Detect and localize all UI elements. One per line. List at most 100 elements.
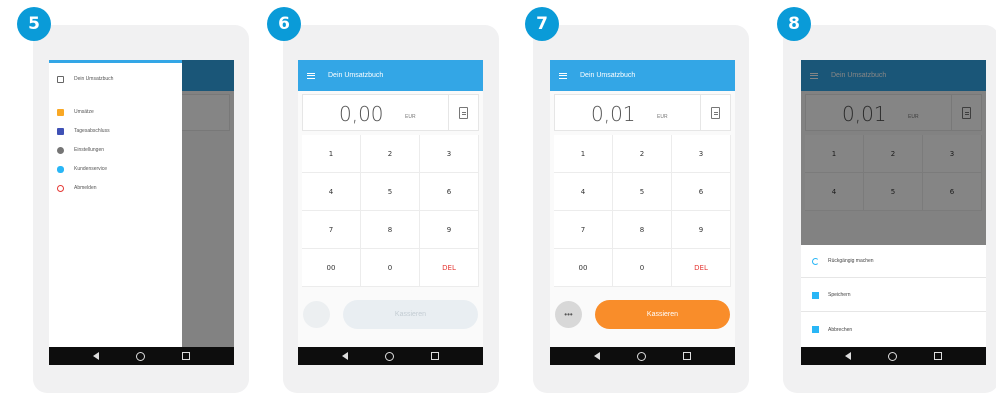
checkout-button[interactable]: Kassieren xyxy=(343,300,478,329)
currency-label: EUR xyxy=(405,114,416,120)
step-5-phone: Dein Umsatzbuch Umsätze Tagesabschluss E… xyxy=(49,60,234,365)
drawer-item-settings[interactable]: Einstellungen xyxy=(57,143,104,157)
drawer-item-support[interactable]: Kundenservice xyxy=(57,162,107,176)
android-navbar xyxy=(49,347,234,365)
numeric-keypad: 1 2 3 4 5 6 7 8 9 00 0 DEL xyxy=(302,135,479,287)
key-2[interactable]: 2 xyxy=(613,135,672,173)
recent-apps-icon[interactable] xyxy=(933,352,942,360)
key-delete[interactable]: DEL xyxy=(420,249,479,287)
more-options-button[interactable]: ••• xyxy=(555,301,582,328)
receipt-button[interactable] xyxy=(700,95,730,130)
key-5[interactable]: 5 xyxy=(361,173,420,211)
drawer-top-accent xyxy=(49,60,182,63)
menu-icon[interactable] xyxy=(559,72,567,79)
step-6-phone: Dein Umsatzbuch 0,00 EUR 1 2 3 4 5 6 7 8… xyxy=(298,60,483,365)
drawer-item-daily-closing[interactable]: Tagesabschluss xyxy=(57,124,110,138)
key-7[interactable]: 7 xyxy=(554,211,613,249)
key-8[interactable]: 8 xyxy=(613,211,672,249)
more-button[interactable] xyxy=(303,301,330,328)
drawer-item-label: Kundenservice xyxy=(74,166,108,172)
currency-label: EUR xyxy=(657,114,668,120)
android-navbar xyxy=(298,347,483,365)
step-5-badge: 5 xyxy=(17,7,51,41)
app-title: Dein Umsatzbuch xyxy=(328,72,384,79)
home-icon[interactable] xyxy=(636,351,646,361)
key-8[interactable]: 8 xyxy=(361,211,420,249)
key-4[interactable]: 4 xyxy=(302,173,361,211)
key-delete[interactable]: DEL xyxy=(672,249,731,287)
home-icon[interactable] xyxy=(887,351,897,361)
save-icon xyxy=(812,291,819,299)
key-3[interactable]: 3 xyxy=(672,135,731,173)
register-icon xyxy=(57,75,64,83)
checkout-button[interactable]: Kassieren xyxy=(595,300,730,329)
key-7[interactable]: 7 xyxy=(302,211,361,249)
recent-apps-icon[interactable] xyxy=(430,352,439,360)
app-bar: Dein Umsatzbuch xyxy=(298,60,483,91)
home-icon[interactable] xyxy=(384,351,394,361)
key-5[interactable]: 5 xyxy=(613,173,672,211)
key-1[interactable]: 1 xyxy=(302,135,361,173)
key-2[interactable]: 2 xyxy=(361,135,420,173)
android-navbar xyxy=(801,347,986,365)
amount-display: 0,00 EUR xyxy=(302,94,479,131)
step-7-screen: Dein Umsatzbuch 0,01 EUR 1 2 3 4 5 6 7 8… xyxy=(550,60,735,347)
key-3[interactable]: 3 xyxy=(420,135,479,173)
drawer-item-sales[interactable]: Umsätze xyxy=(57,105,94,119)
calendar-icon xyxy=(57,127,64,135)
receipt-button[interactable] xyxy=(448,95,478,130)
drawer-header-item[interactable]: Dein Umsatzbuch xyxy=(57,72,113,86)
step-5-screen: Dein Umsatzbuch Umsätze Tagesabschluss E… xyxy=(49,60,234,347)
step-6-badge: 6 xyxy=(267,7,301,41)
back-icon[interactable] xyxy=(845,352,852,360)
action-row: ••• Kassieren xyxy=(554,300,731,330)
step-7-badge: 7 xyxy=(525,7,559,41)
step-8-badge: 8 xyxy=(777,7,811,41)
key-1[interactable]: 1 xyxy=(554,135,613,173)
step-8-screen: Dein Umsatzbuch 0,01 EUR 1 2 3 4 5 6 Rüc… xyxy=(801,60,986,347)
drawer-item-logout[interactable]: Abmelden xyxy=(57,181,97,195)
key-00[interactable]: 00 xyxy=(302,249,361,287)
back-icon[interactable] xyxy=(342,352,349,360)
key-00[interactable]: 00 xyxy=(554,249,613,287)
sheet-item-label: Rückgängig machen xyxy=(828,258,874,264)
menu-icon[interactable] xyxy=(307,72,315,79)
undo-icon xyxy=(812,257,819,265)
sheet-item-save[interactable]: Speichern xyxy=(801,279,986,312)
android-navbar xyxy=(550,347,735,365)
flag-icon xyxy=(57,108,64,116)
drawer-item-label: Einstellungen xyxy=(74,147,105,153)
back-icon[interactable] xyxy=(93,352,100,360)
amount-display: 0,01 EUR xyxy=(554,94,731,131)
home-icon[interactable] xyxy=(135,351,145,361)
navigation-drawer: Dein Umsatzbuch Umsätze Tagesabschluss E… xyxy=(49,60,182,347)
numeric-keypad: 1 2 3 4 5 6 7 8 9 00 0 DEL xyxy=(554,135,731,287)
key-6[interactable]: 6 xyxy=(420,173,479,211)
key-9[interactable]: 9 xyxy=(672,211,731,249)
recent-apps-icon[interactable] xyxy=(181,352,190,360)
sheet-item-undo[interactable]: Rückgängig machen xyxy=(801,245,986,278)
step-6-screen: Dein Umsatzbuch 0,00 EUR 1 2 3 4 5 6 7 8… xyxy=(298,60,483,347)
action-sheet: Rückgängig machen Speichern Abbrechen xyxy=(801,245,986,347)
step-7-phone: Dein Umsatzbuch 0,01 EUR 1 2 3 4 5 6 7 8… xyxy=(550,60,735,365)
key-4[interactable]: 4 xyxy=(554,173,613,211)
key-6[interactable]: 6 xyxy=(672,173,731,211)
logout-icon xyxy=(57,184,64,192)
recent-apps-icon[interactable] xyxy=(682,352,691,360)
drawer-item-label: Umsätze xyxy=(74,109,94,115)
key-0[interactable]: 0 xyxy=(361,249,420,287)
document-icon xyxy=(711,106,720,119)
app-title: Dein Umsatzbuch xyxy=(580,72,636,79)
document-icon xyxy=(459,106,468,119)
key-9[interactable]: 9 xyxy=(420,211,479,249)
key-0[interactable]: 0 xyxy=(613,249,672,287)
sheet-item-label: Speichern xyxy=(828,292,851,298)
amount-value: 0,01 xyxy=(591,102,636,126)
sheet-item-cancel[interactable]: Abbrechen xyxy=(801,313,986,346)
back-icon[interactable] xyxy=(594,352,601,360)
phone-icon xyxy=(57,165,64,173)
amount-value: 0,00 xyxy=(339,102,384,126)
document-icon xyxy=(812,326,819,333)
drawer-item-label: Abmelden xyxy=(74,185,97,191)
app-bar: Dein Umsatzbuch xyxy=(550,60,735,91)
